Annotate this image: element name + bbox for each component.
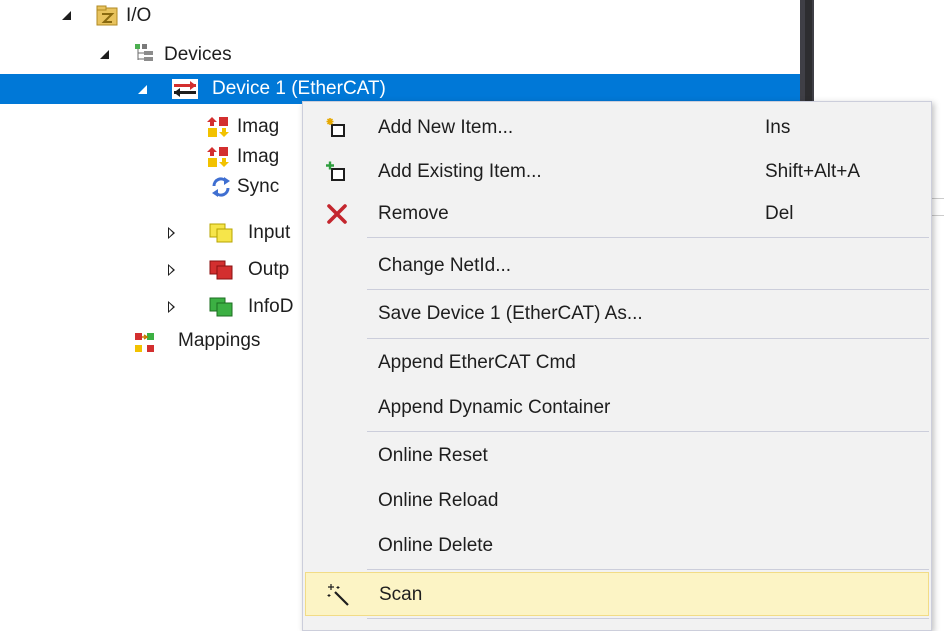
menu-item-label: Online Reload <box>378 490 499 511</box>
tree-item-io[interactable]: I/O <box>0 1 300 31</box>
menu-item-label: Change NetId... <box>378 255 512 276</box>
tree-item-outputs[interactable]: Outp <box>0 255 300 285</box>
process-image-icon <box>207 116 229 138</box>
menu-item-label: Online Reset <box>378 445 488 466</box>
menu-separator <box>367 431 929 432</box>
menu-item-save-device-as[interactable]: Save Device 1 (EtherCAT) As... <box>305 292 929 336</box>
mappings-icon <box>133 331 155 353</box>
remove-icon <box>325 202 349 226</box>
tree-item-device1-label: Device 1 (EtherCAT) <box>212 78 386 99</box>
infodata-folder-icon <box>209 296 233 318</box>
devices-icon <box>134 42 156 64</box>
menu-item-append-dynamic-container[interactable]: Append Dynamic Container <box>305 386 929 430</box>
collapse-arrow-icon[interactable] <box>62 8 76 22</box>
menu-item-label: Add Existing Item... <box>378 161 542 182</box>
menu-item-append-ethercat-cmd[interactable]: Append EtherCAT Cmd <box>305 341 929 385</box>
tree-item-image-info-label: Imag <box>237 146 280 167</box>
menu-item-label: Append EtherCAT Cmd <box>378 352 576 373</box>
menu-item-scan[interactable]: Scan <box>305 572 929 616</box>
menu-separator <box>367 237 929 238</box>
tree-item-infodata[interactable]: InfoD <box>0 292 300 322</box>
magic-wand-icon <box>326 583 350 607</box>
tree-item-infodata-label: InfoD <box>248 296 294 317</box>
tree-item-syncunits-label: Sync <box>237 176 280 197</box>
tree-item-device1[interactable]: Device 1 (EtherCAT) <box>0 74 800 104</box>
inputs-folder-icon <box>209 222 233 244</box>
right-pane-edge <box>930 198 944 216</box>
add-new-item-icon <box>325 116 349 140</box>
menu-item-add-existing-item[interactable]: Add Existing Item... Shift+Alt+A <box>305 150 929 194</box>
process-image-icon <box>207 146 229 168</box>
menu-item-remove[interactable]: Remove Del <box>305 192 929 236</box>
ethercat-device-icon <box>172 78 198 100</box>
menu-item-change-netid[interactable]: Change NetId... <box>305 244 929 288</box>
menu-item-label: Scan <box>379 584 423 605</box>
collapse-arrow-icon[interactable] <box>138 82 152 96</box>
expand-arrow-icon[interactable] <box>168 264 182 278</box>
tree-item-io-label: I/O <box>126 5 152 26</box>
io-folder-icon <box>96 5 118 27</box>
tree-item-image[interactable]: Imag <box>0 112 300 142</box>
tree-item-outputs-label: Outp <box>248 259 290 280</box>
tree-item-mappings[interactable]: Mappings <box>0 326 300 356</box>
sync-units-icon <box>210 176 232 198</box>
collapse-arrow-icon[interactable] <box>100 47 114 61</box>
menu-item-label: Add New Item... <box>378 117 514 138</box>
menu-separator <box>367 569 929 570</box>
tree-item-syncunits[interactable]: Sync <box>0 172 300 202</box>
menu-item-shortcut: Ins <box>765 117 791 138</box>
context-menu: Add New Item... Ins Add Existing Item...… <box>302 101 932 631</box>
tree-item-devices[interactable]: Devices <box>0 40 300 70</box>
menu-item-label: Remove <box>378 203 449 224</box>
tree-item-image-info[interactable]: Imag <box>0 142 300 172</box>
menu-item-label: Save Device 1 (EtherCAT) As... <box>378 303 643 324</box>
menu-item-label: Online Delete <box>378 535 494 556</box>
menu-item-label: Append Dynamic Container <box>378 397 611 418</box>
menu-item-online-delete[interactable]: Online Delete <box>305 524 929 568</box>
menu-separator <box>367 338 929 339</box>
add-existing-item-icon <box>325 160 349 184</box>
menu-item-add-new-item[interactable]: Add New Item... Ins <box>305 106 929 150</box>
tree-item-devices-label: Devices <box>164 44 232 65</box>
menu-separator <box>367 289 929 290</box>
tree-item-mappings-label: Mappings <box>178 330 261 351</box>
expand-arrow-icon[interactable] <box>168 227 182 241</box>
menu-item-online-reset[interactable]: Online Reset <box>305 434 929 478</box>
outputs-folder-icon <box>209 259 233 281</box>
menu-item-shortcut: Shift+Alt+A <box>765 161 861 182</box>
tree-item-image-label: Imag <box>237 116 280 137</box>
tree-item-inputs[interactable]: Input <box>0 218 300 248</box>
tree-item-inputs-label: Input <box>248 222 291 243</box>
menu-item-online-reload[interactable]: Online Reload <box>305 479 929 523</box>
expand-arrow-icon[interactable] <box>168 301 182 315</box>
menu-item-shortcut: Del <box>765 203 794 224</box>
menu-separator <box>367 618 929 619</box>
